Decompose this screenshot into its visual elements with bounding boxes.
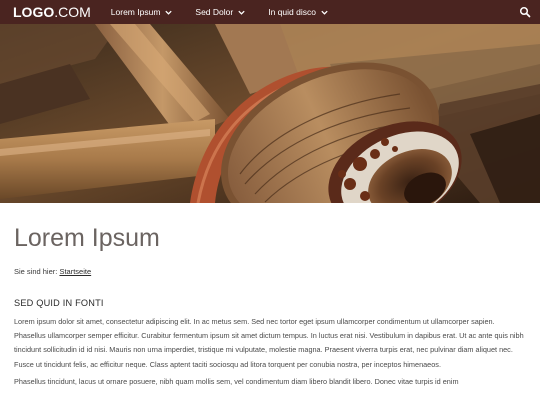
menu-item-label: Sed Dolor (195, 7, 234, 17)
breadcrumb: Sie sind hier: Startseite (14, 267, 526, 276)
top-navigation-bar: LOGO.COM Lorem Ipsum Sed Dolor In quid d… (0, 0, 540, 24)
logo-text-light: .COM (54, 4, 91, 20)
menu-item-in-quid-disco[interactable]: In quid disco (268, 7, 329, 17)
logo-text-strong: LOGO (13, 4, 55, 20)
breadcrumb-prefix: Sie sind hier: (14, 267, 58, 276)
menu-item-label: In quid disco (268, 7, 316, 17)
chevron-down-icon (165, 10, 173, 15)
page-title: Lorem Ipsum (14, 224, 160, 252)
chevron-down-icon (321, 10, 328, 15)
menu-item-lorem-ipsum[interactable]: Lorem Ipsum (111, 7, 174, 17)
hero-image (0, 24, 540, 203)
menu-item-label: Lorem Ipsum (110, 7, 161, 17)
chevron-down-icon (238, 10, 245, 15)
section-heading: SED QUID IN FONTI (14, 298, 104, 308)
search-icon[interactable] (519, 6, 531, 18)
menu-item-sed-dolor[interactable]: Sed Dolor (195, 7, 246, 17)
site-logo[interactable]: LOGO.COM (13, 4, 91, 20)
body-paragraph: Lorem ipsum dolor sit amet, consectetur … (14, 317, 524, 369)
breadcrumb-link-home[interactable]: Startseite (59, 267, 91, 276)
main-menu: Lorem Ipsum Sed Dolor In quid disco (111, 7, 351, 17)
wagon-wheel-illustration (0, 24, 540, 203)
main-content: Lorem Ipsum Sie sind hier: Startseite SE… (14, 203, 526, 389)
body-paragraph: Phasellus tincidunt, lacus ut ornare pos… (14, 376, 459, 386)
